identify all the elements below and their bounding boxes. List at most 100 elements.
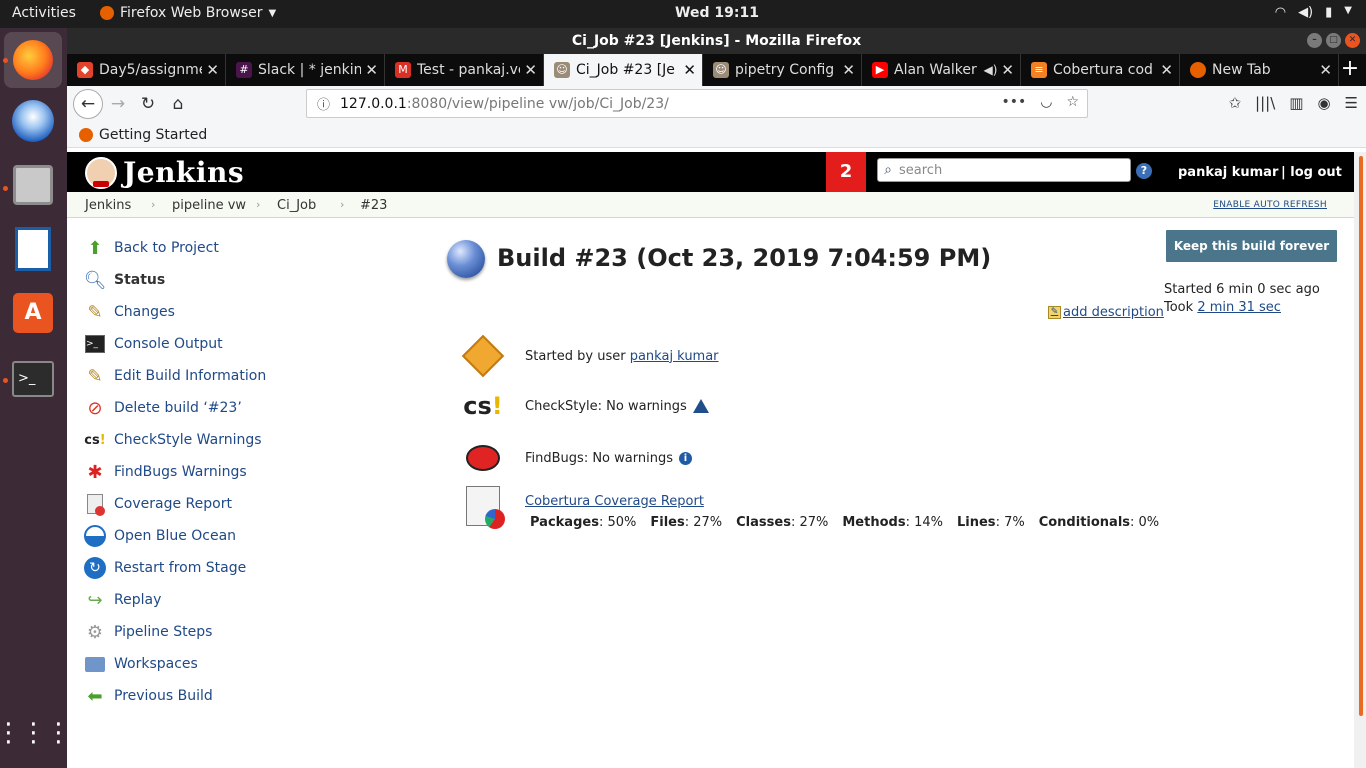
page-actions-icon[interactable]: •••	[1001, 94, 1026, 110]
url-path: :8080/view/pipeline vw/job/Ci_Job/23/	[406, 95, 669, 112]
system-tray[interactable]: ◠ ◀) ▮ ▼	[1275, 5, 1352, 20]
forward-button[interactable]: →	[103, 89, 133, 119]
tab-strip: ◆ Day5/assignme ✕ # Slack | * jenkins ✕ …	[67, 54, 1366, 86]
sidebar-icon[interactable]: ▥	[1289, 94, 1303, 112]
firefox-icon	[13, 40, 53, 80]
checkstyle-result: CheckStyle: No warnings	[525, 398, 687, 414]
sidebar-item-pipeline-steps[interactable]: ⚙ Pipeline Steps	[83, 616, 283, 648]
info-icon[interactable]: i	[678, 451, 692, 465]
breadcrumb-separator-icon[interactable]: ›	[340, 198, 344, 211]
info-icon[interactable]: ⓘ	[317, 94, 330, 113]
sidebar-item-replay[interactable]: ↪ Replay	[83, 584, 283, 616]
slack-icon: #	[236, 62, 252, 78]
sidebar-item-findbugs-warnings[interactable]: ✱ FindBugs Warnings	[83, 456, 283, 488]
close-tab-icon[interactable]: ✕	[206, 61, 219, 79]
home-button[interactable]: ⌂	[163, 89, 193, 119]
close-tab-icon[interactable]: ✕	[842, 61, 855, 79]
sidebar-item-edit-build-information[interactable]: ✎ Edit Build Information	[83, 360, 283, 392]
tab-ci-job[interactable]: ☺ Ci_Job #23 [Je ✕	[544, 54, 703, 86]
sidebar-item-previous-build[interactable]: ⬅ Previous Build	[83, 680, 283, 712]
library-icon[interactable]: |||\	[1255, 94, 1275, 112]
window-titlebar[interactable]: Ci_Job #23 [Jenkins] - Mozilla Firefox –…	[67, 28, 1366, 54]
sidebar-item-open-blue-ocean[interactable]: Open Blue Ocean	[83, 520, 283, 552]
jenkins-wordmark: Jenkins	[123, 156, 245, 189]
notepad-icon: ✎	[87, 301, 103, 323]
back-button[interactable]: ←	[73, 89, 103, 119]
reload-button[interactable]: ↻	[133, 89, 163, 119]
enable-auto-refresh-link[interactable]: ENABLE AUTO REFRESH	[1213, 200, 1327, 210]
dock-software[interactable]: A	[10, 290, 56, 336]
tab-slack[interactable]: # Slack | * jenkins ✕	[226, 54, 385, 86]
scrollbar-thumb[interactable]	[1359, 156, 1363, 716]
user-link[interactable]: pankaj kumar	[1178, 165, 1278, 180]
breadcrumb-ci-job[interactable]: Ci_Job	[277, 198, 316, 213]
bug-icon: ✱	[87, 461, 103, 483]
help-icon[interactable]: ?	[1136, 163, 1152, 179]
tab-day5[interactable]: ◆ Day5/assignme ✕	[67, 54, 226, 86]
speaker-icon[interactable]: ◀)	[984, 63, 998, 77]
close-tab-icon[interactable]: ✕	[683, 61, 696, 79]
system-top-bar: Activities Firefox Web Browser ▼ Wed 19:…	[0, 0, 1366, 28]
bookmarks-star-icon[interactable]: ✩	[1228, 94, 1241, 112]
dock-thunderbird[interactable]	[10, 98, 56, 144]
clock[interactable]: Wed 19:11	[0, 5, 1366, 21]
close-tab-icon[interactable]: ✕	[1001, 61, 1014, 79]
app-grid-icon: ⋮⋮⋮	[0, 718, 72, 748]
close-tab-icon[interactable]: ✕	[524, 61, 537, 79]
sidebar-item-workspaces[interactable]: Workspaces	[83, 648, 283, 680]
cobertura-report-link[interactable]: Cobertura Coverage Report	[525, 494, 704, 509]
sidebar-item-delete-build[interactable]: ⊘ Delete build ‘#23’	[83, 392, 283, 424]
dock-terminal[interactable]: >_	[10, 356, 56, 402]
sidebar-item-coverage-report[interactable]: Coverage Report	[83, 488, 283, 520]
bookmarks-toolbar: Getting Started	[67, 122, 1366, 148]
coverage-label: Methods	[842, 515, 906, 530]
sidebar-item-changes[interactable]: ✎ Changes	[83, 296, 283, 328]
breadcrumb-jenkins[interactable]: Jenkins	[85, 198, 131, 213]
dock-firefox[interactable]	[4, 32, 62, 88]
cause-row: Started by user pankaj kumar	[461, 334, 719, 378]
add-description-link[interactable]: ✎ add description	[1048, 305, 1164, 320]
tab-cobertura[interactable]: ≡ Cobertura cod ✕	[1021, 54, 1180, 86]
minimize-button[interactable]: –	[1307, 33, 1322, 48]
sidebar-item-checkstyle-warnings[interactable]: cs! CheckStyle Warnings	[83, 424, 283, 456]
bookmark-getting-started[interactable]: Getting Started	[99, 127, 207, 143]
notification-badge[interactable]: 2	[826, 152, 866, 192]
close-tab-icon[interactable]: ✕	[1319, 61, 1332, 79]
started-by-user-link[interactable]: pankaj kumar	[630, 349, 719, 364]
breadcrumb-build[interactable]: #23	[360, 198, 387, 213]
jenkins-logo[interactable]: Jenkins	[85, 156, 244, 189]
maximize-button[interactable]: □	[1326, 33, 1341, 48]
show-applications-button[interactable]: ⋮⋮⋮	[0, 710, 72, 756]
sidebar-item-console-output[interactable]: >_ Console Output	[83, 328, 283, 360]
close-tab-icon[interactable]: ✕	[1160, 61, 1173, 79]
running-indicator	[3, 186, 8, 191]
tab-youtube[interactable]: ▶ Alan Walker ◀) ✕	[862, 54, 1021, 86]
url-bar[interactable]: ⓘ 127.0.0.1 :8080/view/pipeline vw/job/C…	[306, 89, 1088, 118]
new-tab-button[interactable]: +	[1334, 54, 1366, 86]
duration-link[interactable]: 2 min 31 sec	[1197, 300, 1281, 315]
breadcrumb-separator-icon[interactable]: ›	[256, 198, 260, 211]
started-by: Started by user pankaj kumar	[525, 349, 719, 364]
page-scrollbar[interactable]	[1354, 152, 1366, 768]
sidebar-item-status[interactable]: 🔍︎ Status	[83, 264, 283, 296]
pocket-icon[interactable]: ◡	[1040, 94, 1052, 110]
sidebar-item-restart-from-stage[interactable]: ↻ Restart from Stage	[83, 552, 283, 584]
bookmark-star-icon[interactable]: ☆	[1066, 94, 1079, 110]
account-icon[interactable]: ◉	[1317, 94, 1330, 112]
search-field[interactable]: ⌕ search	[877, 158, 1131, 182]
close-window-button[interactable]: ✕	[1345, 33, 1360, 48]
tab-new[interactable]: New Tab ✕	[1180, 54, 1339, 86]
dock-writer[interactable]	[10, 226, 56, 272]
keep-build-forever-button[interactable]: Keep this build forever	[1166, 230, 1337, 262]
sidebar-item-back-to-project[interactable]: ⬆ Back to Project	[83, 232, 283, 264]
breadcrumb-separator-icon[interactable]: ›	[151, 198, 155, 211]
logout-link[interactable]: | log out	[1281, 165, 1342, 180]
close-tab-icon[interactable]: ✕	[365, 61, 378, 79]
tab-gmail[interactable]: M Test - pankaj.ve ✕	[385, 54, 544, 86]
warning-icon[interactable]	[692, 399, 709, 413]
breadcrumb-pipeline-vw[interactable]: pipeline vw	[172, 198, 246, 213]
hamburger-menu-icon[interactable]: ☰	[1345, 94, 1358, 112]
dock-files[interactable]	[10, 162, 56, 208]
dock: A >_ ⋮⋮⋮	[0, 28, 72, 768]
tab-pipetry[interactable]: ☺ pipetry Config ✕	[703, 54, 862, 86]
